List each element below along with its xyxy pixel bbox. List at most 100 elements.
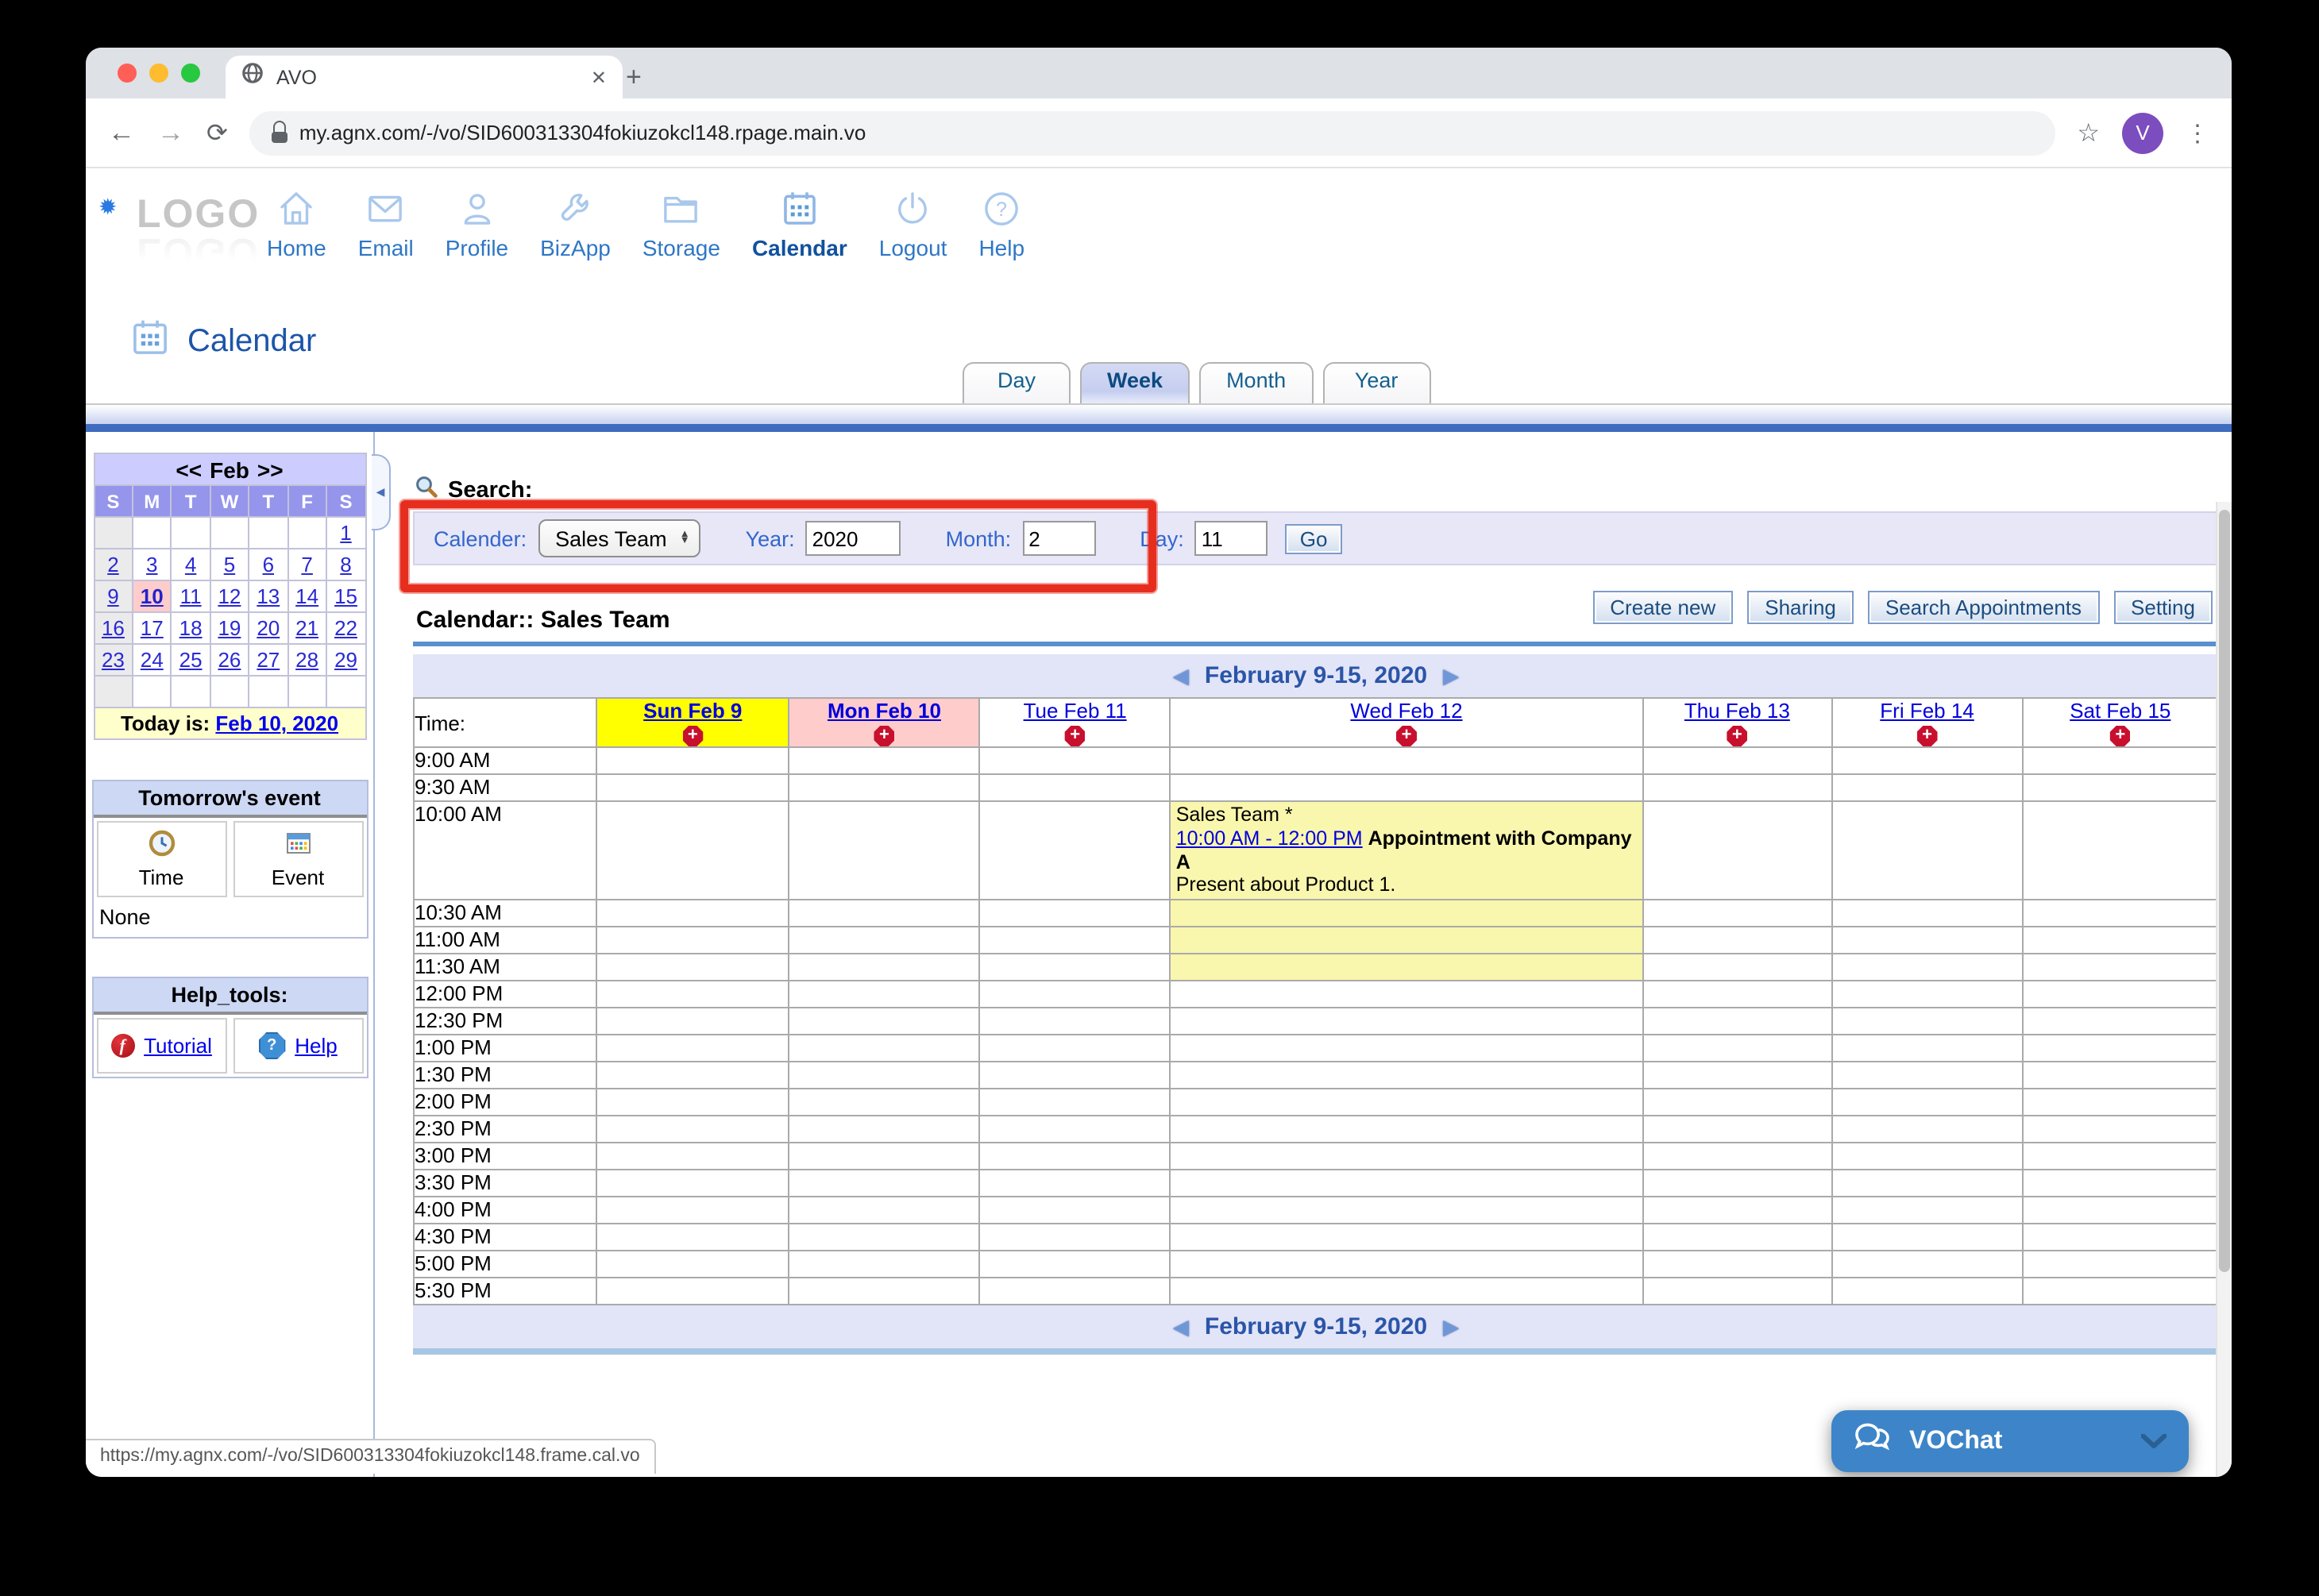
- mini-cal-day-link[interactable]: 17: [141, 616, 164, 640]
- mini-cal-day-link[interactable]: 28: [295, 648, 318, 672]
- nav-item-calendar[interactable]: Calendar: [736, 187, 863, 260]
- mini-cal-day-link[interactable]: 29: [334, 648, 357, 672]
- mini-cal-day-link[interactable]: 9: [107, 584, 118, 608]
- page-scrollbar[interactable]: [2216, 502, 2232, 1477]
- mini-cal-day-link[interactable]: 3: [146, 553, 157, 576]
- setting-button[interactable]: Setting: [2113, 591, 2213, 624]
- mini-cal-day-link[interactable]: 26: [218, 648, 241, 672]
- tutorial-link[interactable]: Tutorial: [144, 1034, 212, 1058]
- mini-cal-day-link[interactable]: 13: [257, 584, 280, 608]
- appointment-entry[interactable]: Sales Team *10:00 AM - 12:00 PM Appointm…: [1171, 802, 1642, 899]
- nav-item-help[interactable]: ?Help: [963, 187, 1040, 260]
- mini-cal-day-link[interactable]: 1: [340, 521, 351, 545]
- add-appointment-icon[interactable]: +: [1065, 726, 1086, 746]
- minimize-window-button[interactable]: [149, 64, 168, 83]
- zoom-window-button[interactable]: [181, 64, 200, 83]
- url-text[interactable]: my.agnx.com/-/vo/SID600313304fokiuzokcl1…: [299, 121, 866, 145]
- mini-cal-day-link[interactable]: 25: [179, 648, 203, 672]
- mini-cal-day-link[interactable]: 24: [141, 648, 164, 672]
- search-appointments-button[interactable]: Search Appointments: [1868, 591, 2099, 624]
- nav-item-home[interactable]: Home: [251, 187, 342, 260]
- close-window-button[interactable]: [118, 64, 137, 83]
- day-link[interactable]: Thu Feb 13: [1684, 699, 1790, 723]
- day-link[interactable]: Sat Feb 15: [2070, 699, 2170, 723]
- mini-cal-day-link[interactable]: 23: [102, 648, 125, 672]
- tab-day[interactable]: Day: [963, 362, 1071, 403]
- mini-cal-day-link[interactable]: 5: [224, 553, 235, 576]
- mini-cal-day-link[interactable]: 7: [301, 553, 312, 576]
- nav-item-email[interactable]: Email: [342, 187, 430, 260]
- day-link[interactable]: Mon Feb 10: [828, 699, 941, 723]
- chevron-down-icon[interactable]: [2141, 1427, 2167, 1455]
- vochat-button[interactable]: VOChat: [1831, 1410, 2189, 1472]
- add-appointment-icon[interactable]: +: [1917, 726, 1938, 746]
- mini-cal-day-link[interactable]: 15: [334, 584, 357, 608]
- help-link[interactable]: Help: [295, 1034, 338, 1058]
- browser-menu-icon[interactable]: ⋮: [2186, 118, 2209, 147]
- nav-item-profile[interactable]: Profile: [430, 187, 524, 260]
- mini-cal-day-link[interactable]: 18: [179, 616, 203, 640]
- mini-cal-day: 19: [210, 612, 249, 644]
- logo-text: LOGO: [137, 197, 260, 233]
- nav-item-storage[interactable]: Storage: [627, 187, 736, 260]
- next-week-icon[interactable]: ▶: [1443, 1314, 1459, 1340]
- day-link[interactable]: Sun Feb 9: [643, 699, 742, 723]
- mini-cal-day-link[interactable]: 14: [295, 584, 318, 608]
- today-date-link[interactable]: Feb 10, 2020: [215, 711, 338, 735]
- bookmark-star-icon[interactable]: ☆: [2077, 117, 2100, 148]
- mini-cal-day-link[interactable]: 12: [218, 584, 241, 608]
- prev-month-button[interactable]: <<: [168, 457, 210, 482]
- next-week-icon[interactable]: ▶: [1443, 663, 1459, 688]
- profile-avatar[interactable]: V: [2122, 112, 2163, 153]
- tab-month[interactable]: Month: [1199, 362, 1313, 403]
- go-button[interactable]: Go: [1286, 523, 1342, 553]
- scrollbar-thumb[interactable]: [2219, 510, 2230, 1271]
- tab-close-icon[interactable]: ✕: [591, 66, 607, 88]
- sharing-button[interactable]: Sharing: [1747, 591, 1854, 624]
- new-tab-button[interactable]: +: [613, 62, 654, 94]
- add-appointment-icon[interactable]: +: [1396, 726, 1417, 746]
- mini-cal-day-link[interactable]: 10: [141, 584, 164, 608]
- add-appointment-icon[interactable]: +: [1727, 726, 1747, 746]
- tab-year[interactable]: Year: [1322, 362, 1430, 403]
- mini-cal-day-link[interactable]: 2: [107, 553, 118, 576]
- event-time-link[interactable]: 10:00 AM - 12:00 PM: [1176, 827, 1363, 850]
- address-bar[interactable]: my.agnx.com/-/vo/SID600313304fokiuzokcl1…: [250, 110, 2055, 155]
- mini-cal-day-link[interactable]: 27: [257, 648, 280, 672]
- grid-cell: [980, 1251, 1171, 1278]
- mini-cal-day-link[interactable]: 4: [185, 553, 196, 576]
- add-appointment-icon[interactable]: +: [2110, 726, 2131, 746]
- mini-cal-day-link[interactable]: 22: [334, 616, 357, 640]
- mini-cal-day-link[interactable]: 6: [263, 553, 274, 576]
- grid-cell: [1642, 927, 1831, 954]
- add-appointment-icon[interactable]: +: [874, 726, 894, 746]
- add-appointment-icon[interactable]: +: [682, 726, 703, 746]
- mini-cal-day-link[interactable]: 11: [180, 584, 202, 608]
- back-icon[interactable]: ←: [108, 117, 135, 148]
- tab-week[interactable]: Week: [1080, 362, 1190, 403]
- next-month-button[interactable]: >>: [249, 457, 291, 482]
- day-link[interactable]: Tue Feb 11: [1024, 699, 1127, 723]
- create-new-button[interactable]: Create new: [1592, 591, 1733, 624]
- mini-cal-day: 4: [172, 549, 210, 580]
- mini-cal-day-link[interactable]: 20: [257, 616, 280, 640]
- browser-tab[interactable]: AVO ✕: [226, 56, 623, 98]
- forward-icon[interactable]: →: [157, 117, 184, 148]
- weekday-header: S: [326, 485, 365, 517]
- day-input[interactable]: [1195, 521, 1268, 556]
- nav-item-bizapp[interactable]: BizApp: [524, 187, 627, 260]
- day-link[interactable]: Fri Feb 14: [1880, 699, 1974, 723]
- reload-icon[interactable]: ⟳: [206, 117, 228, 148]
- weekday-header: F: [287, 485, 326, 517]
- sidebar-collapse-handle[interactable]: ◀: [372, 454, 391, 530]
- day-link[interactable]: Wed Feb 12: [1350, 699, 1462, 723]
- prev-week-icon[interactable]: ◀: [1173, 663, 1189, 688]
- mini-cal-day-link[interactable]: 8: [340, 553, 351, 576]
- grid-cell: [789, 981, 979, 1008]
- mini-cal-day-link[interactable]: 19: [218, 616, 241, 640]
- grid-cell: [596, 1035, 789, 1062]
- nav-item-logout[interactable]: Logout: [863, 187, 963, 260]
- prev-week-icon[interactable]: ◀: [1173, 1314, 1189, 1340]
- mini-cal-day-link[interactable]: 16: [102, 616, 125, 640]
- mini-cal-day-link[interactable]: 21: [295, 616, 318, 640]
